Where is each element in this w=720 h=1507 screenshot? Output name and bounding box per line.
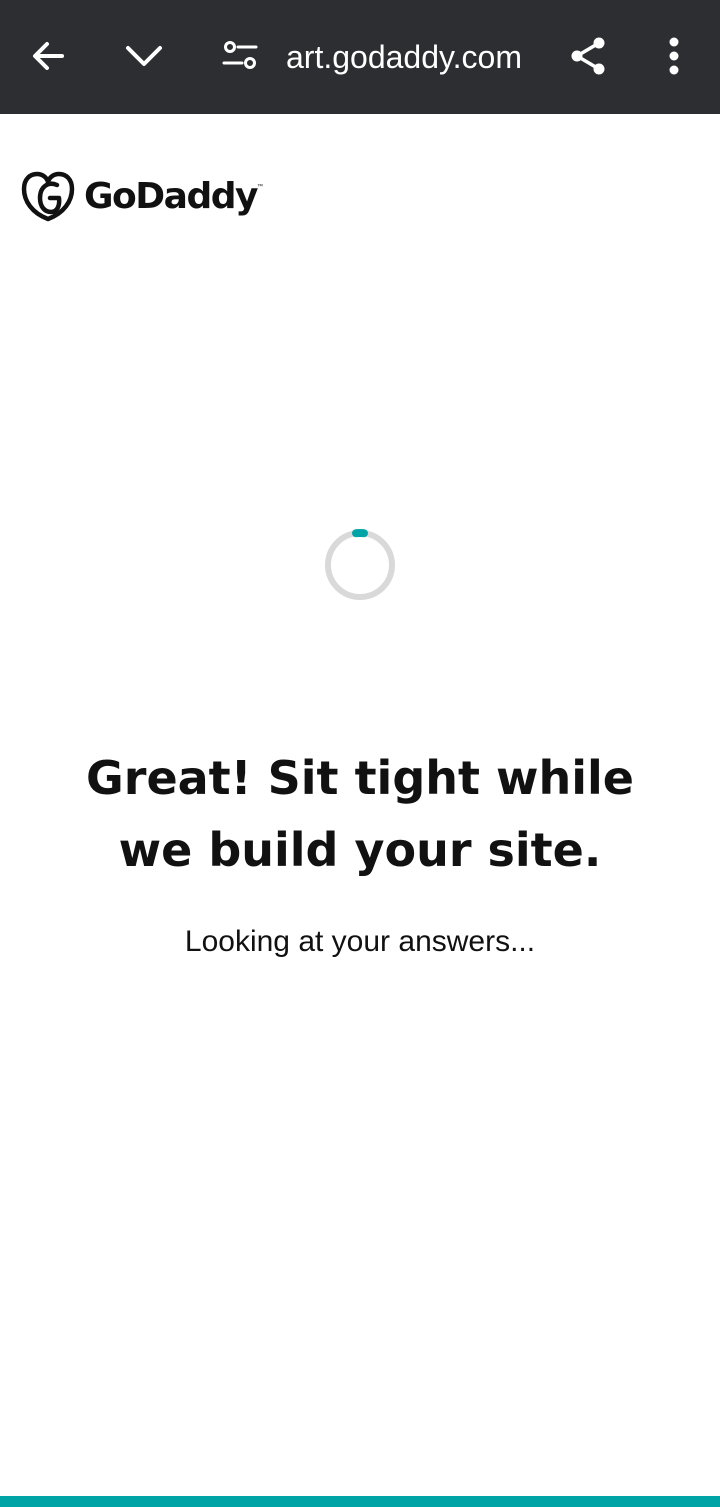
loading-spinner [325,528,395,600]
logo-wordmark: GoDaddy [84,176,258,217]
godaddy-heart-logo-icon [21,171,75,222]
logo-trademark: ™ [256,184,263,190]
menu-button[interactable] [642,22,706,90]
browser-toolbar: art.godaddy.com [0,0,720,114]
site-settings-button[interactable] [208,22,272,90]
chevron-down-icon [126,46,162,66]
spinner-track [325,530,395,600]
share-button[interactable] [556,22,620,90]
progress-bar [0,1496,720,1507]
more-vert-icon [669,37,679,75]
share-icon [571,37,605,75]
page-headline: Great! Sit tight while we build your sit… [86,751,634,877]
collapse-button[interactable] [112,22,176,90]
arrow-left-icon [33,42,64,70]
tune-icon [222,41,258,69]
godaddy-logo: GoDaddy ™ [20,170,263,224]
progress-fill [0,1496,720,1507]
back-button[interactable] [16,22,80,90]
url-bar[interactable]: art.godaddy.com [286,34,522,80]
status-text: Looking at your answers... [184,925,536,958]
